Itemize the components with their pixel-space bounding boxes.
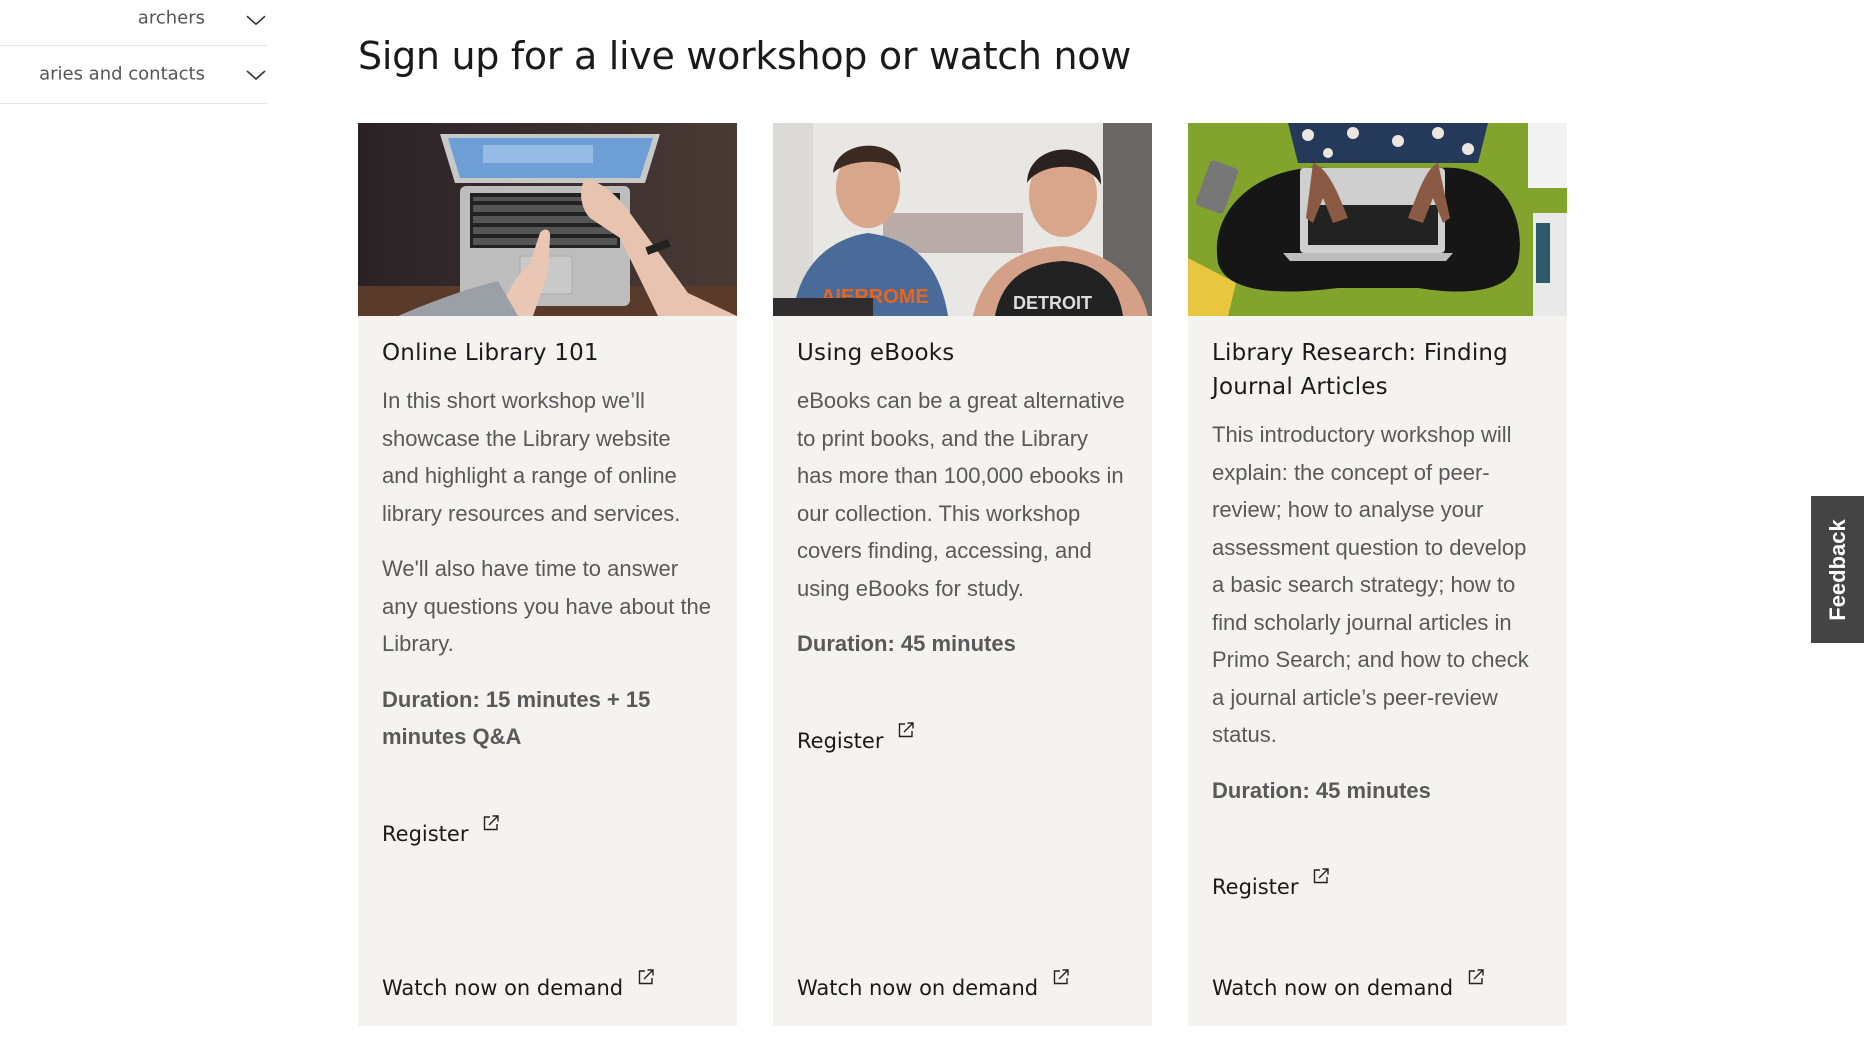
sidebar-nav: archers aries and contacts — [0, 0, 267, 104]
sidebar-item-label: archers — [137, 6, 205, 28]
card-title: Using eBooks — [797, 340, 955, 366]
register-link[interactable]: Register — [1212, 868, 1543, 899]
external-link-icon — [1053, 969, 1069, 985]
section-title: Sign up for a live workshop or watch now — [358, 34, 1131, 78]
external-link-icon — [899, 721, 915, 737]
workshop-card: AIERROME DETROIT Using eBooks eBooks can… — [773, 123, 1152, 1026]
workshop-cards: Online Library 101 In this short worksho… — [358, 123, 1567, 1026]
card-title: Online Library 101 — [382, 340, 599, 366]
watch-label: Watch now on demand — [1212, 976, 1454, 1000]
card-description: eBooks can be a great alternative to pri… — [797, 382, 1128, 607]
duration-text: Duration: 15 minutes + 15 minutes Q&A — [382, 686, 651, 750]
duration-text: Duration: 45 minutes — [1212, 777, 1431, 803]
description-paragraph: eBooks can be a great alternative to pri… — [797, 388, 1125, 601]
external-link-icon — [638, 969, 654, 985]
page: archers aries and contacts Sign up for a… — [0, 0, 1864, 1048]
description-paragraph: In this short workshop we’ll showcase th… — [382, 388, 681, 526]
watch-label: Watch now on demand — [797, 976, 1039, 1000]
feedback-label: Feedback — [1824, 518, 1850, 621]
student-laptop-on-grass-photo — [1188, 123, 1567, 316]
register-link[interactable]: Register — [797, 721, 1128, 753]
card-description: This introductory workshop will explain:… — [1212, 416, 1543, 754]
external-link-icon — [1468, 969, 1484, 985]
two-students-smiling-photo: AIERROME DETROIT — [773, 123, 1152, 316]
watch-label: Watch now on demand — [382, 976, 624, 1000]
sidebar-item-libraries-contacts[interactable]: aries and contacts — [0, 46, 267, 104]
register-link[interactable]: Register — [382, 814, 713, 846]
chevron-down-icon[interactable] — [245, 13, 267, 27]
external-link-icon — [1314, 868, 1330, 884]
register-label: Register — [797, 728, 884, 753]
description-paragraph: This introductory workshop will explain:… — [1212, 422, 1529, 747]
sidebar-item-label: aries and contacts — [39, 63, 205, 85]
workshop-card: Online Library 101 In this short worksho… — [358, 123, 737, 1026]
workshop-card: Library Research: Finding Journal Articl… — [1188, 123, 1567, 1026]
register-label: Register — [382, 821, 469, 846]
description-paragraph: We'll also have time to answer any quest… — [382, 556, 712, 656]
watch-on-demand-link[interactable]: Watch now on demand — [797, 969, 1128, 1000]
watch-on-demand-link[interactable]: Watch now on demand — [382, 969, 713, 1000]
card-description: In this short workshop we’ll showcase th… — [382, 382, 713, 663]
watch-on-demand-link[interactable]: Watch now on demand — [1212, 969, 1543, 1000]
feedback-tab[interactable]: Feedback — [1811, 496, 1864, 643]
sidebar-item-researchers[interactable]: archers — [0, 0, 267, 46]
register-label: Register — [1212, 875, 1299, 899]
laptop-hands-photo — [358, 123, 737, 316]
svg-text:DETROIT: DETROIT — [1013, 293, 1092, 313]
chevron-down-icon[interactable] — [245, 68, 267, 82]
card-title: Library Research: Finding Journal Articl… — [1212, 340, 1508, 400]
duration-text: Duration: 45 minutes — [797, 631, 1016, 656]
external-link-icon — [484, 814, 500, 830]
